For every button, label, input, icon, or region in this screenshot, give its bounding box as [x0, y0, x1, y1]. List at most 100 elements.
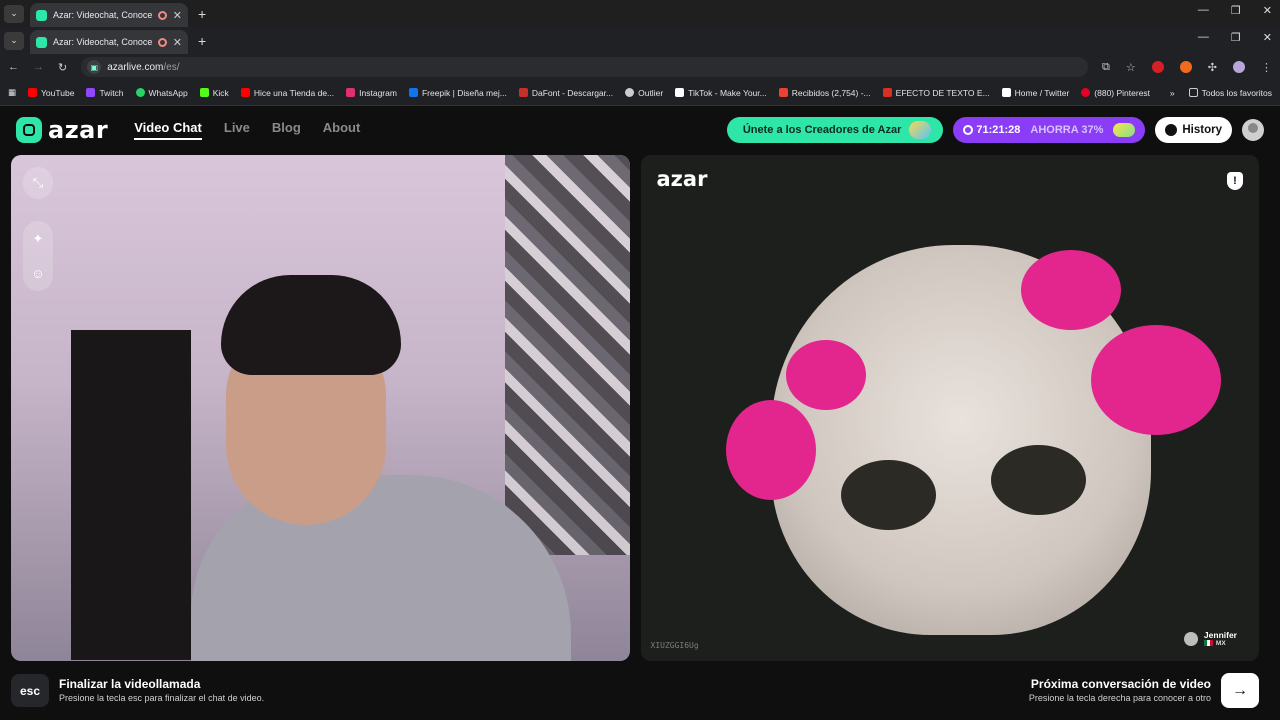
close-tab-icon[interactable]: ✕ — [173, 36, 182, 49]
gmail-icon — [778, 88, 788, 97]
bookmark-freepik[interactable]: Freepik | Diseña mej... — [408, 88, 507, 98]
browser-tab[interactable]: Azar: Videochat, Conoce Ar ✕ — [30, 30, 188, 54]
report-icon[interactable]: ! — [1227, 172, 1243, 190]
nav-about[interactable]: About — [323, 120, 361, 140]
bookmark-outlier[interactable]: Outlier — [625, 88, 663, 98]
peer-name: Jennifer — [1203, 630, 1237, 640]
bookmark-tienda[interactable]: Hice una Tienda de... — [240, 88, 334, 98]
address-bar-row: ← → ↻ ▣ azarlive.com/es/ ⧉ ☆ ✣ ⋮ — [0, 54, 1280, 80]
instagram-icon — [346, 88, 356, 97]
restore-icon[interactable]: ❐ — [1231, 31, 1241, 44]
twitch-icon — [86, 88, 96, 97]
browser-tab[interactable]: Azar: Videochat, Conoce Ar ✕ — [30, 3, 188, 27]
dafont-icon — [518, 88, 528, 97]
more-bookmarks-icon[interactable]: » — [1170, 88, 1175, 98]
join-creators-button[interactable]: Únete a los Creadores de Azar — [726, 117, 944, 143]
clock-icon — [963, 125, 974, 135]
bookmark-whatsapp[interactable]: WhatsApp — [135, 88, 188, 98]
next-chat-button[interactable]: → — [1221, 673, 1259, 708]
video-stage: ⤡ ✦ ☺ azar ! XIUZGGI6Ug Jennifer MX — [11, 155, 1259, 661]
close-tab-icon[interactable]: ✕ — [173, 9, 182, 22]
tab-search-chevron-icon[interactable]: ⌄ — [4, 31, 24, 50]
collapse-icon: ⤡ — [32, 175, 44, 190]
promo-timer-button[interactable]: 71:21:28 AHORRA 37% — [953, 117, 1146, 143]
peer-avatar-icon — [1183, 631, 1198, 646]
bookmark-pinterest[interactable]: (880) Pinterest — [1081, 88, 1150, 98]
end-call-esc-button[interactable]: esc — [11, 674, 49, 707]
extensions-puzzle-icon[interactable]: ✣ — [1208, 61, 1217, 74]
close-window-icon[interactable]: ✕ — [1263, 4, 1272, 17]
nav-live[interactable]: Live — [224, 120, 250, 140]
nav-blog[interactable]: Blog — [272, 120, 301, 140]
end-call-description: Presione la tecla esc para finalizar el … — [59, 693, 265, 703]
header-actions: Únete a los Creadores de Azar 71:21:28 A… — [726, 117, 1264, 143]
profile-avatar-icon[interactable] — [1233, 61, 1245, 73]
remote-video: azar ! XIUZGGI6Ug Jennifer MX — [640, 155, 1259, 661]
bookmarks-bar: ▦ YouTube Twitch WhatsApp Kick Hice una … — [0, 80, 1280, 106]
sparkle-effects-icon[interactable]: ✦ — [33, 231, 44, 247]
minimize-icon[interactable]: — — [1198, 4, 1209, 17]
local-video: ⤡ ✦ ☺ — [11, 155, 630, 661]
call-controls: esc Finalizar la videollamada Presione l… — [0, 668, 1280, 720]
face-filter-icon[interactable]: ☺ — [31, 266, 44, 281]
bookmark-youtube[interactable]: YouTube — [28, 88, 74, 98]
next-chat-title: Próxima conversación de video — [1030, 677, 1211, 691]
bookmark-instagram[interactable]: Instagram — [346, 88, 397, 98]
bookmark-star-icon[interactable]: ☆ — [1126, 61, 1136, 74]
arrow-right-icon: → — [1232, 681, 1248, 699]
tab-title: Azar: Videochat, Conoce Ar — [53, 37, 152, 47]
forward-icon[interactable]: → — [33, 61, 44, 73]
bookmark-dafont[interactable]: DaFont - Descargar... — [518, 88, 613, 98]
bookmark-gmail[interactable]: Recibidos (2,754) -... — [778, 88, 871, 98]
remote-azar-watermark: azar — [656, 167, 708, 191]
new-tab-icon[interactable]: + — [198, 6, 206, 22]
url-field[interactable]: ▣ azarlive.com/es/ — [81, 57, 1089, 77]
pinterest-icon — [1081, 88, 1091, 97]
end-call-title: Finalizar la videollamada — [59, 677, 201, 691]
user-avatar-icon[interactable] — [1242, 119, 1264, 141]
promo-timer: 71:21:28 — [976, 124, 1021, 136]
restore-icon[interactable]: ❐ — [1231, 4, 1241, 17]
nav-video-chat[interactable]: Video Chat — [134, 120, 202, 140]
bookmark-kick[interactable]: Kick — [199, 88, 229, 98]
bookmark-twitch[interactable]: Twitch — [86, 88, 124, 98]
azar-logo-icon — [16, 117, 42, 143]
reload-icon[interactable]: ↻ — [58, 61, 67, 74]
minimize-icon[interactable]: — — [1198, 31, 1209, 44]
cast-icon[interactable]: ⧉ — [1102, 61, 1110, 74]
freepik-icon — [408, 88, 418, 97]
peer-info[interactable]: Jennifer MX — [1183, 630, 1237, 647]
tab-search-chevron-icon[interactable]: ⌄ — [4, 4, 24, 23]
browser-menu-icon[interactable]: ⋮ — [1261, 61, 1272, 74]
main-nav: Video Chat Live Blog About — [134, 120, 360, 140]
all-bookmarks-folder[interactable]: Todos los favoritos — [1188, 88, 1272, 98]
back-icon[interactable]: ← — [8, 61, 19, 73]
kick-icon — [199, 88, 209, 97]
azar-favicon-icon — [36, 36, 47, 48]
url-path: /es/ — [163, 62, 180, 73]
app-header: azar Video Chat Live Blog About Únete a … — [0, 106, 1280, 154]
extension-icon[interactable] — [1179, 61, 1192, 73]
bookmark-tiktok[interactable]: TikTok - Make Your... — [675, 88, 767, 98]
window-controls: — ❐ ✕ — [1198, 31, 1272, 44]
effects-panel: ✦ ☺ — [23, 221, 53, 291]
apps-grid-icon[interactable]: ▦ — [8, 87, 16, 98]
folder-icon — [1188, 88, 1198, 97]
bookmark-efecto-texto[interactable]: EFECTO DE TEXTO E... — [882, 88, 990, 98]
site-info-icon[interactable]: ▣ — [87, 60, 102, 74]
extension-icon[interactable] — [1151, 61, 1164, 73]
promo-discount: AHORRA 37% — [1030, 124, 1104, 136]
tiktok-icon — [675, 88, 685, 97]
azar-logo[interactable]: azar — [16, 116, 108, 144]
toolbar-actions: ⧉ ☆ ✣ ⋮ — [1102, 61, 1272, 74]
history-button[interactable]: History — [1155, 117, 1232, 143]
mexico-flag-icon — [1203, 640, 1213, 647]
whatsapp-icon — [135, 88, 145, 97]
youtube-icon — [28, 88, 38, 97]
minimize-video-button[interactable]: ⤡ — [23, 167, 53, 199]
bookmark-twitter[interactable]: Home / Twitter — [1001, 88, 1069, 98]
new-tab-icon[interactable]: + — [198, 33, 206, 49]
youtube-icon — [240, 88, 250, 97]
close-window-icon[interactable]: ✕ — [1263, 31, 1272, 44]
window-controls: — ❐ ✕ — [1198, 4, 1272, 17]
